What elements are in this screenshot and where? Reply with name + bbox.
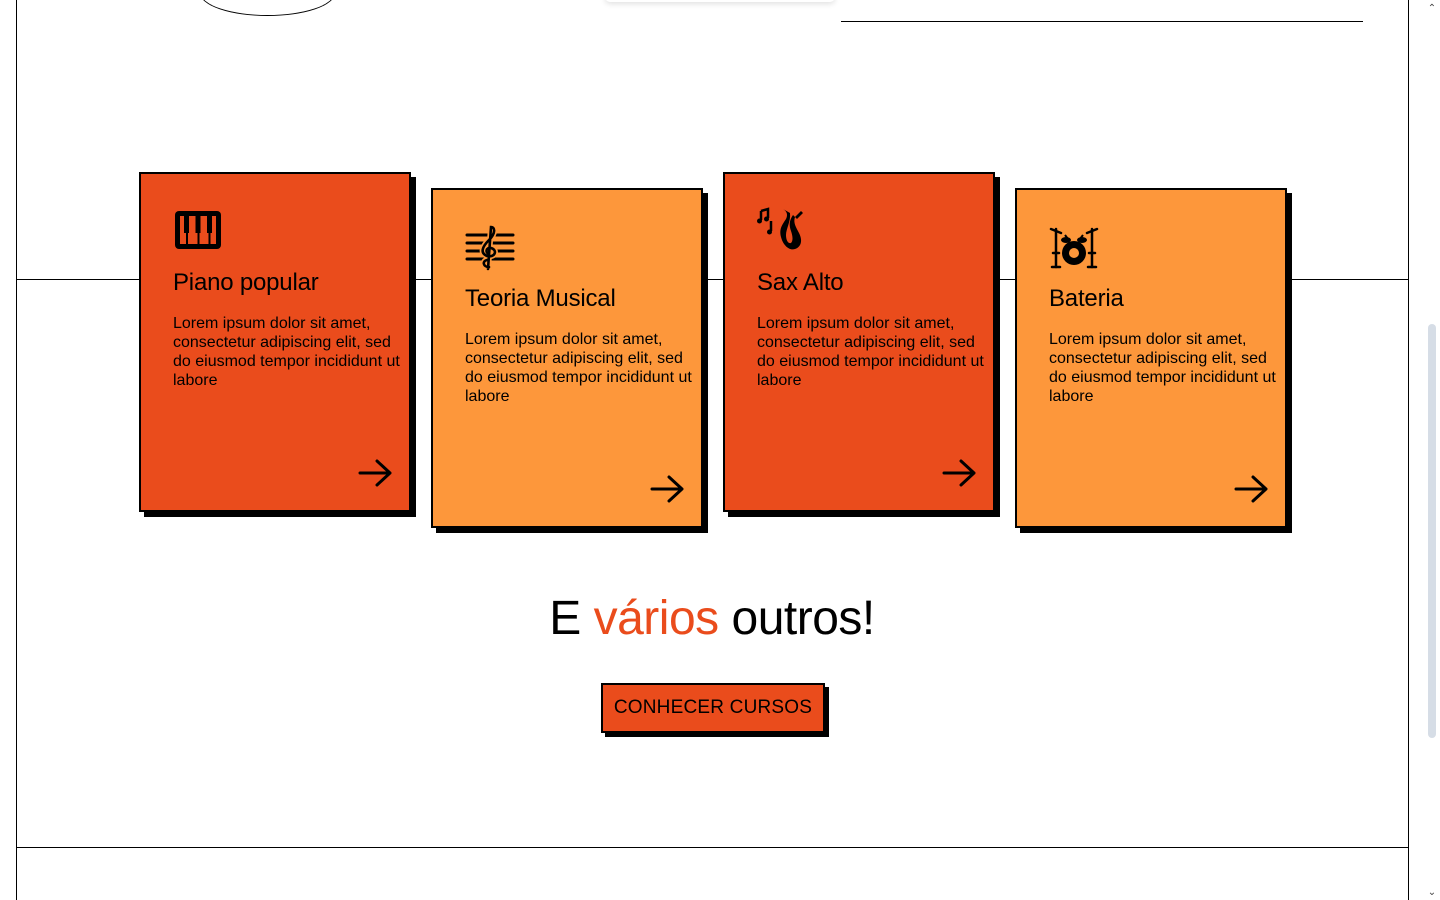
headline-part2: outros!: [718, 592, 875, 645]
course-description: Lorem ipsum dolor sit amet, consectetur …: [757, 315, 984, 389]
course-description: Lorem ipsum dolor sit amet, consectetur …: [1049, 331, 1276, 405]
course-title: Piano popular: [173, 269, 319, 296]
frame-left-border: [16, 0, 17, 900]
conhecer-cursos-button[interactable]: CONHECER CURSOS: [601, 683, 825, 733]
top-divider: [841, 21, 1363, 22]
drum-kit-icon: [1049, 227, 1099, 269]
frame-right-border: [1408, 0, 1409, 900]
scrollbar-thumb[interactable]: [1428, 324, 1436, 738]
footer-divider: [16, 847, 1409, 848]
headline-accent: vários: [593, 592, 720, 645]
scrollbar[interactable]: ⌃ ⌄: [1424, 0, 1440, 900]
arrow-right-icon[interactable]: [1234, 474, 1270, 504]
scroll-up-icon[interactable]: ⌃: [1424, 0, 1440, 16]
arrow-right-icon[interactable]: [358, 458, 394, 488]
saxophone-icon: [757, 207, 803, 250]
course-card-piano[interactable]: Piano popular Lorem ipsum dolor sit amet…: [139, 172, 411, 512]
course-card-sax-alto[interactable]: Sax Alto Lorem ipsum dolor sit amet, con…: [723, 172, 995, 512]
scroll-down-icon[interactable]: ⌄: [1424, 884, 1440, 900]
decorative-ellipse: [200, 0, 335, 16]
course-title: Sax Alto: [757, 269, 844, 296]
course-card-bateria[interactable]: Bateria Lorem ipsum dolor sit amet, cons…: [1015, 188, 1287, 528]
arrow-right-icon[interactable]: [942, 458, 978, 488]
course-description: Lorem ipsum dolor sit amet, consectetur …: [173, 315, 400, 389]
course-title: Bateria: [1049, 285, 1124, 312]
headline-part1: E: [549, 592, 594, 645]
page: Piano popular Lorem ipsum dolor sit amet…: [0, 0, 1440, 900]
course-card-teoria-musical[interactable]: Teoria Musical Lorem ipsum dolor sit ame…: [431, 188, 703, 528]
course-title: Teoria Musical: [465, 285, 616, 312]
arrow-right-icon[interactable]: [650, 474, 686, 504]
section-headline: E vários outros!: [0, 591, 1424, 646]
sheet-music-icon: [465, 223, 515, 271]
decorative-shadow: [605, 0, 835, 2]
piano-icon: [175, 211, 221, 249]
course-description: Lorem ipsum dolor sit amet, consectetur …: [465, 331, 692, 405]
